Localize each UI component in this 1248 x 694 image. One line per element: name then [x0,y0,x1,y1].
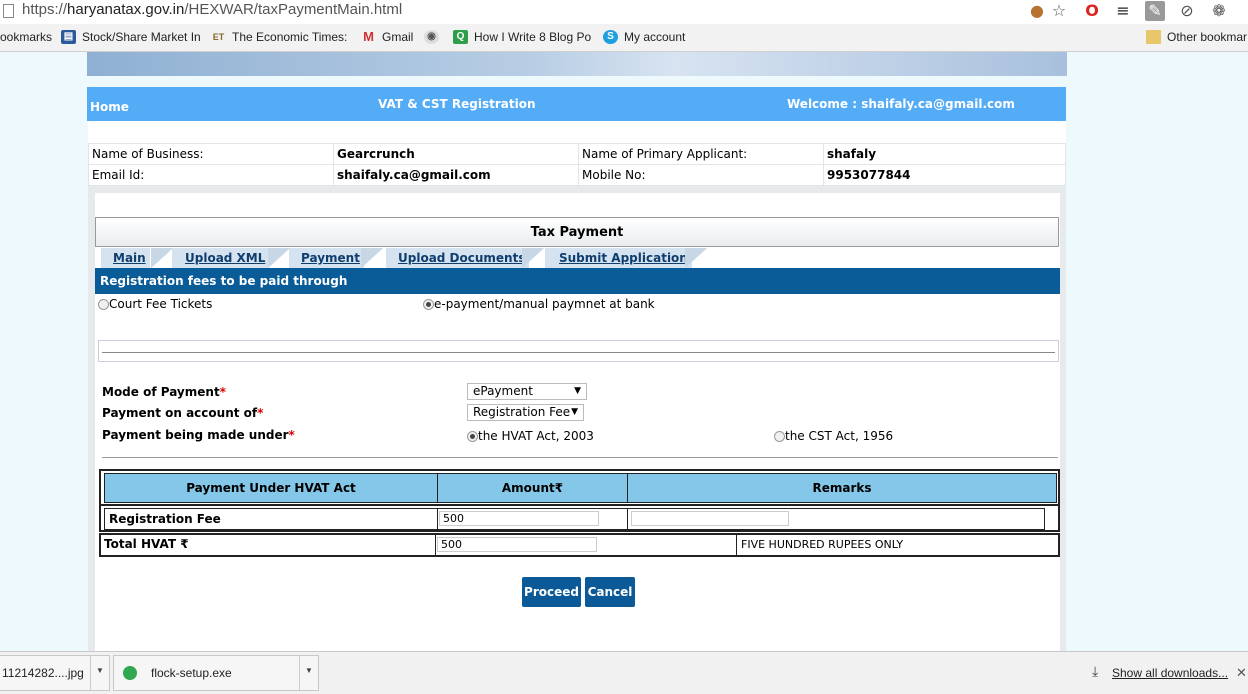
payment-under-label: Payment being made under* [102,428,295,442]
mode-of-payment-select[interactable]: ePayment ▼ [467,383,587,400]
cst-act-option[interactable]: the CST Act, 1956 [774,429,893,443]
stock-icon: ▤ [61,30,76,44]
cst-act-radio[interactable] [774,431,785,442]
proceed-button[interactable]: Proceed [522,577,581,607]
email-label: Email Id: [88,164,334,186]
bookmarks-bar: ookmarks ▤ Stock/Share Market In ET The Ec… [0,24,1248,52]
bookmark-item[interactable]: M Gmail [361,29,413,45]
applicant-info-table: Name of Business: Gearcrunch Name of Pri… [88,143,1066,186]
top-nav: Home VAT & CST Registration Welcome : sh… [87,87,1066,121]
welcome-text: Welcome : shaifaly.ca@gmail.com [787,97,1015,111]
tax-payment-heading: Tax Payment [95,217,1059,247]
separator-box [98,340,1059,362]
hvat-act-option[interactable]: the HVAT Act, 2003 [467,429,594,443]
bookmark-item[interactable]: ET The Economic Times: [211,29,348,45]
download-item[interactable]: 11214282....jpg ▼ [0,655,110,691]
file-icon [123,666,137,680]
court-fee-radio[interactable] [98,299,109,310]
star-icon[interactable]: ☆ [1049,1,1069,21]
other-bookmarks[interactable]: . Other bookmar [1146,29,1247,45]
home-link[interactable]: Home [90,100,129,114]
payment-account-select[interactable]: Registration Fee ▼ [467,404,584,421]
cancel-button[interactable]: Cancel [585,577,635,607]
bookmark-item[interactable]: ookmarks [0,29,52,45]
registration-fee-bar: Registration fees to be paid through [95,268,1060,294]
chevron-down-icon[interactable]: ▼ [299,656,318,690]
close-icon[interactable]: ✕ [1236,665,1247,681]
q-icon: Q [453,30,468,44]
remarks-input[interactable] [631,511,789,526]
bookmark-item[interactable]: Q How I Write 8 Blog Po [453,29,591,45]
folder-icon: . [1146,30,1161,44]
hvat-act-radio[interactable] [467,431,478,442]
site-banner [87,52,1067,76]
epayment-radio[interactable] [423,299,434,310]
court-fee-option[interactable]: Court Fee Tickets [98,297,212,311]
skype-icon: S [603,30,618,44]
total-amount-input[interactable]: 500 [437,537,597,552]
dropdown-arrow-icon: ▼ [574,386,581,396]
mode-of-payment-label: Mode of Payment* [102,385,226,399]
mobile-label: Mobile No: [578,164,824,186]
divider [102,457,1058,458]
show-all-downloads-link[interactable]: Show all downloads... [1112,666,1228,680]
business-label: Name of Business: [88,143,334,165]
bookmark-item[interactable]: S My account [603,29,685,45]
opera-icon[interactable]: O [1082,1,1102,21]
payment-account-label: Payment on account of* [102,406,264,420]
business-value: Gearcrunch [333,143,579,165]
page-icon [3,4,14,18]
download-item[interactable]: flock-setup.exe ▼ [113,655,319,691]
row-label: Registration Fee [104,508,438,530]
total-label: Total HVAT ₹ [99,533,436,557]
disabled-icon[interactable]: ⊘ [1177,1,1197,21]
gmail-icon: M [363,29,374,44]
bookmark-item[interactable]: ◉ [424,29,445,45]
total-in-words: FIVE HUNDRED RUPEES ONLY [741,538,904,551]
dropdown-arrow-icon: ▼ [571,407,578,417]
adblock-icon[interactable]: ● [1027,1,1047,21]
page-title: VAT & CST Registration [378,97,536,111]
et-icon: ET [212,32,225,42]
downloads-shelf: 11214282....jpg ▼ flock-setup.exe ▼ ⤓ Sh… [0,651,1248,694]
applicant-value: shafaly [823,143,1066,165]
amount-input[interactable]: 500 [439,511,599,526]
chevron-down-icon[interactable]: ▼ [90,656,109,690]
wrench-icon[interactable]: ✎ [1145,1,1165,21]
applicant-label: Name of Primary Applicant: [578,143,824,165]
col-payment-under: Payment Under HVAT Act [104,473,438,503]
url-text[interactable]: https://haryanatax.gov.in/HEXWAR/taxPaym… [22,1,402,18]
address-bar[interactable]: https://haryanatax.gov.in/HEXWAR/taxPaym… [0,0,1248,24]
email-value: shaifaly.ca@gmail.com [333,164,579,186]
col-amount: Amount₹ [437,473,628,503]
mobile-value: 9953077844 [823,164,1066,186]
bookmark-item[interactable]: ▤ Stock/Share Market In [61,29,201,45]
download-icon: ⤓ [1092,663,1099,679]
settings-icon[interactable]: ❁ [1209,1,1229,21]
epayment-option[interactable]: e-payment/manual paymnet at bank [423,297,655,311]
col-remarks: Remarks [627,473,1057,503]
globe-icon: ◉ [424,30,439,44]
layers-icon[interactable]: ≡ [1113,1,1133,21]
